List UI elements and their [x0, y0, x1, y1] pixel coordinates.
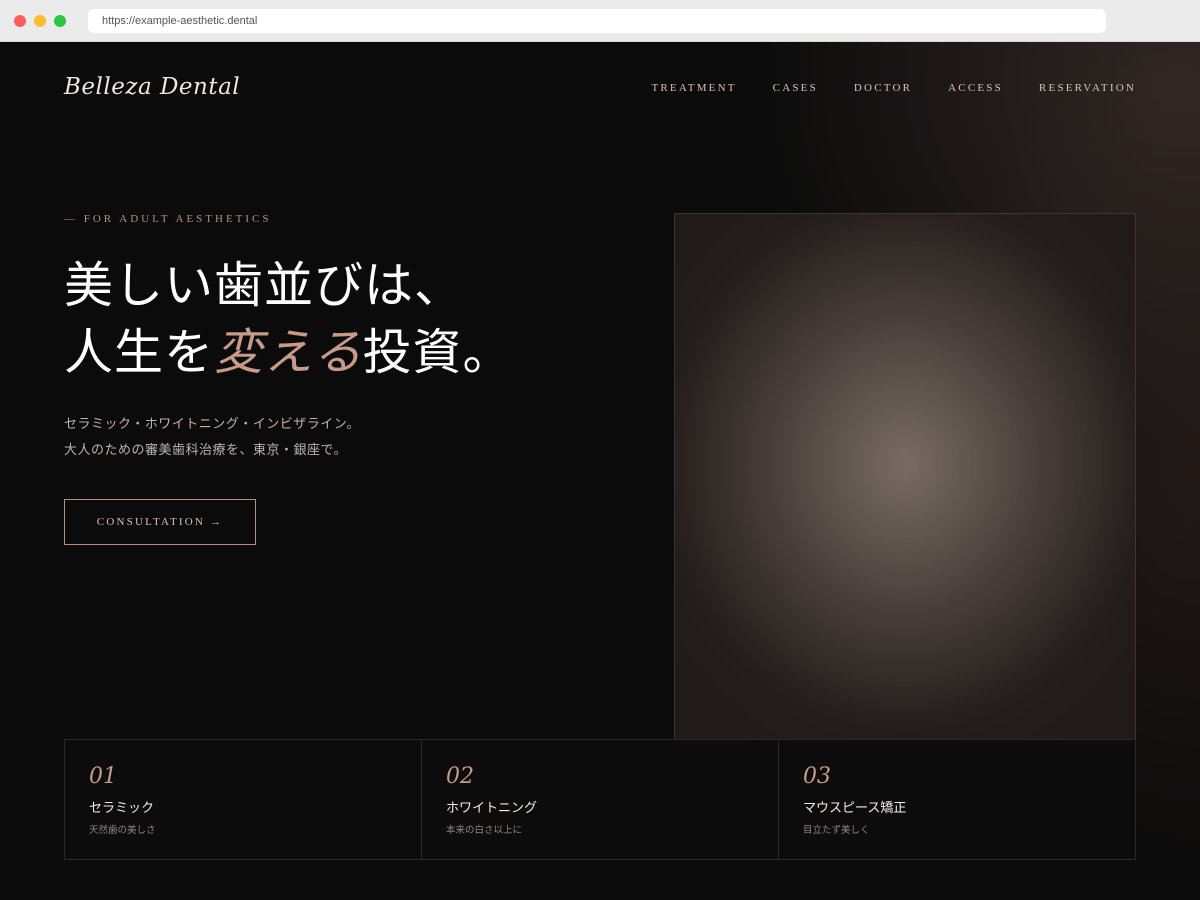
feature-title: マウスピース矯正 — [803, 801, 907, 816]
headline-accent: 変える — [214, 324, 363, 381]
feature-subtitle: 目立たず美しく — [803, 825, 870, 836]
address-bar[interactable]: https://example-aesthetic.dental — [88, 9, 1106, 33]
feature-title: セラミック — [89, 801, 155, 816]
main-nav: TREATMENT CASES DOCTOR ACCESS RESERVATIO… — [651, 82, 1136, 94]
nav-reservation[interactable]: RESERVATION — [1039, 82, 1136, 94]
hero-eyebrow: — FOR ADULT AESTHETICS — [64, 213, 272, 225]
nav-cases[interactable]: CASES — [773, 82, 818, 94]
browser-toolbar: https://example-aesthetic.dental — [0, 0, 1200, 42]
maximize-window-button[interactable] — [54, 15, 66, 27]
feature-subtitle: 本来の白さ以上に — [446, 825, 523, 836]
lead-line-2: 大人のための審美歯科治療を、東京・銀座で。 — [64, 443, 347, 458]
hero-lead: セラミック・ホワイトニング・インビザライン。 大人のための審美歯科治療を、東京・… — [64, 412, 360, 464]
headline-line-2-post: 投資。 — [362, 324, 513, 381]
headline-line-1: 美しい歯並びは、 — [64, 257, 465, 314]
close-window-button[interactable] — [14, 15, 26, 27]
nav-access[interactable]: ACCESS — [948, 82, 1003, 94]
page: Belleza Dental TREATMENT CASES DOCTOR AC… — [0, 42, 1200, 900]
feature-number: 01 — [89, 764, 117, 789]
feature-number: 03 — [803, 764, 831, 789]
feature-aligner[interactable]: 03 マウスピース矯正 目立たず美しく — [779, 740, 1135, 859]
feature-whitening[interactable]: 02 ホワイトニング 本来の白さ以上に — [422, 740, 779, 859]
feature-subtitle: 天然歯の美しさ — [89, 825, 156, 836]
site-logo[interactable]: Belleza Dental — [64, 74, 240, 100]
feature-ceramic[interactable]: 01 セラミック 天然歯の美しさ — [65, 740, 422, 859]
hero-headline: 美しい歯並びは、 人生を変える投資。 — [64, 252, 644, 386]
feature-number: 02 — [446, 764, 474, 789]
nav-treatment[interactable]: TREATMENT — [651, 82, 736, 94]
lead-line-1: セラミック・ホワイトニング・インビザライン。 — [64, 417, 360, 432]
nav-doctor[interactable]: DOCTOR — [854, 82, 912, 94]
hero-image — [674, 213, 1136, 829]
feature-list: 01 セラミック 天然歯の美しさ 02 ホワイトニング 本来の白さ以上に 03 … — [64, 739, 1136, 860]
headline-line-2-pre: 人生を — [64, 324, 215, 381]
consultation-button[interactable]: CONSULTATION → — [64, 499, 256, 545]
minimize-window-button[interactable] — [34, 15, 46, 27]
feature-title: ホワイトニング — [446, 801, 538, 816]
